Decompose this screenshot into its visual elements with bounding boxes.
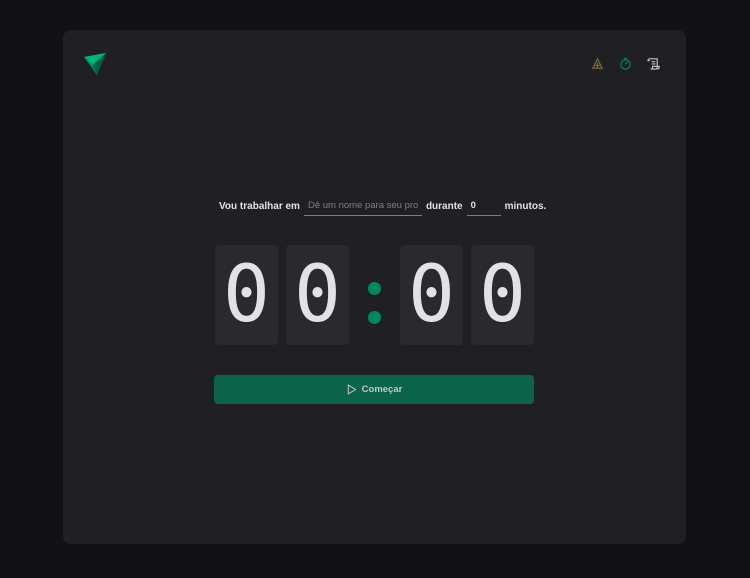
timer-icon bbox=[619, 57, 631, 70]
header-nav bbox=[590, 56, 660, 70]
timer-nav-button[interactable] bbox=[618, 56, 632, 70]
minutes-input[interactable] bbox=[466, 196, 501, 216]
start-countdown-button[interactable]: Começar bbox=[214, 375, 534, 404]
countdown-minute-ones: 0 bbox=[286, 245, 349, 345]
start-button-label: Começar bbox=[361, 384, 403, 395]
work-label: Vou trabalhar em bbox=[219, 200, 300, 212]
task-name-input[interactable] bbox=[303, 196, 422, 216]
countdown-minute-tens: 0 bbox=[215, 245, 278, 345]
play-icon bbox=[347, 384, 357, 395]
scroll-icon bbox=[646, 57, 660, 70]
countdown-separator-dot-top bbox=[368, 282, 381, 295]
leaf-icon bbox=[591, 57, 603, 69]
countdown-separator-dot-bottom bbox=[368, 311, 381, 324]
task-form: Vou trabalhar em durante minutos. bbox=[219, 196, 546, 216]
app-container: Vou trabalhar em durante minutos. 0 0 0 … bbox=[63, 30, 686, 544]
history-nav-button[interactable] bbox=[646, 56, 660, 70]
countdown-second-tens: 0 bbox=[400, 245, 463, 345]
theme-toggle-button[interactable] bbox=[590, 56, 604, 70]
during-label: durante bbox=[425, 200, 463, 212]
countdown-second-ones: 0 bbox=[471, 245, 534, 345]
minutes-label: minutos. bbox=[504, 200, 547, 212]
paper-plane-logo-icon bbox=[84, 53, 106, 75]
